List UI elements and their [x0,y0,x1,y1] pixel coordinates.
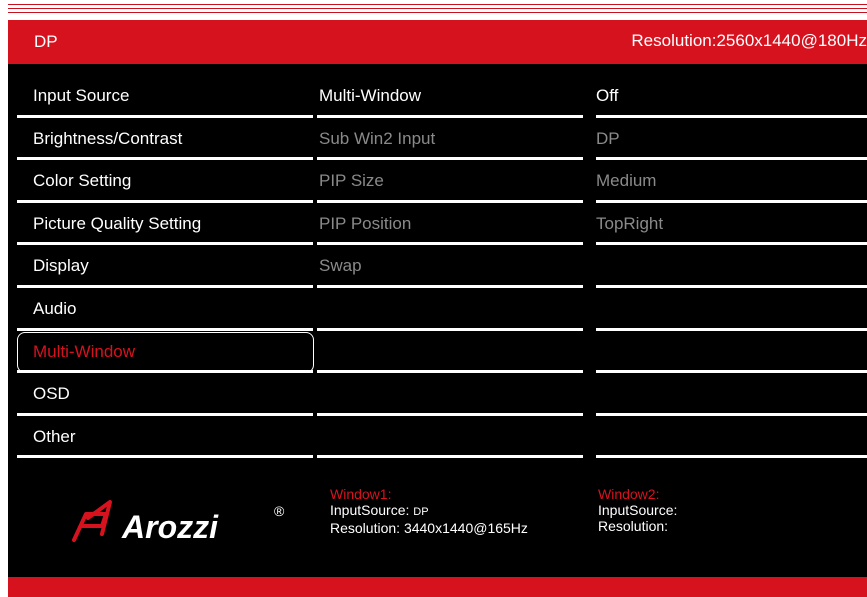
value-item-off[interactable]: Off [596,75,867,118]
submenu-item-sub-win2-input[interactable]: Sub Win2 Input [317,118,583,161]
empty-row [317,331,583,374]
row-label: Off [596,86,619,105]
empty-row [596,288,867,331]
row-label: Picture Quality Setting [33,213,202,233]
submenu-item-pip-size[interactable]: PIP Size [317,160,583,203]
window2-info: Window2: InputSource: Resolution: [598,486,677,534]
row-label: OSD [33,384,70,404]
menu-item-audio[interactable]: Audio [17,288,313,331]
main-menu: Input Source Brightness/Contrast Color Set… [17,75,314,459]
row-label: Other [33,426,76,446]
window1-input: InputSource: DP [330,502,429,518]
row-label: Brightness/Contrast [33,128,183,148]
window1-resolution-value: 3440x1440@165Hz [403,520,528,536]
current-resolution: Resolution:2560x1440@180Hz [631,31,867,50]
osd-footer [8,577,867,597]
empty-row [596,331,867,374]
submenu-item-swap[interactable]: Swap [317,245,583,288]
osd-panel: DP Resolution:2560x1440@180Hz Input Sour… [8,20,867,597]
top-rule [8,4,867,5]
row-label: Input Source [33,86,130,105]
menu-item-brightness-contrast[interactable]: Brightness/Contrast [17,118,313,161]
row-label: TopRight [596,213,664,233]
window1-info: Window1: InputSource: DP Resolution: 344… [330,486,528,536]
window1-title: Window1: [330,486,392,502]
row-label: Sub Win2 Input [319,128,436,148]
menu-item-display[interactable]: Display [17,245,313,288]
empty-row [596,416,867,459]
empty-row [596,373,867,416]
window1-resolution: Resolution: 3440x1440@165Hz [330,520,528,536]
row-divider [596,455,867,459]
row-label: DP [596,128,620,148]
window1-input-value: DP [413,506,429,518]
empty-row [596,245,867,288]
row-divider [17,455,313,459]
value-item-topright[interactable]: TopRight [596,203,867,246]
arozzi-logo-icon: Arozzi ® [72,500,285,545]
current-source: DP [34,32,58,51]
selection-highlight [17,331,314,373]
row-label: Audio [33,298,77,318]
window2-title: Window2: [598,486,660,502]
row-label: Multi-Window [319,86,422,105]
menu-item-osd[interactable]: OSD [17,373,313,416]
menu-item-picture-quality-setting[interactable]: Picture Quality Setting [17,203,313,246]
top-rule [8,12,867,13]
row-label: Display [33,256,89,276]
value-item-medium[interactable]: Medium [596,160,867,203]
row-label: PIP Position [319,213,412,233]
row-label: Medium [596,171,657,191]
row-label: PIP Size [319,171,384,191]
submenu: Multi-Window Sub Win2 Input PIP Size PIP Po… [317,75,583,459]
empty-row [317,416,583,459]
value-column: Off DP Medium TopRight [596,75,867,459]
submenu-item-pip-position[interactable]: PIP Position [317,203,583,246]
window2-input: InputSource: [598,502,678,518]
row-label: Color Setting [33,171,132,191]
osd-header: DP Resolution:2560x1440@180Hz [8,20,867,64]
top-rule [8,8,867,9]
menu-item-input-source[interactable]: Input Source [17,75,313,118]
menu-item-other[interactable]: Other [17,416,313,459]
value-item-dp[interactable]: DP [596,118,867,161]
empty-row [317,288,583,331]
row-divider [317,455,583,459]
menu-item-multi-window[interactable]: Multi-Window [17,331,314,374]
logo-text: Arozzi [121,509,219,545]
submenu-item-multi-window[interactable]: Multi-Window [317,75,583,118]
registered-mark: ® [274,503,285,519]
menu-item-color-setting[interactable]: Color Setting [17,160,313,203]
empty-row [317,373,583,416]
window2-resolution: Resolution: [598,518,669,534]
row-label: Swap [319,256,362,276]
